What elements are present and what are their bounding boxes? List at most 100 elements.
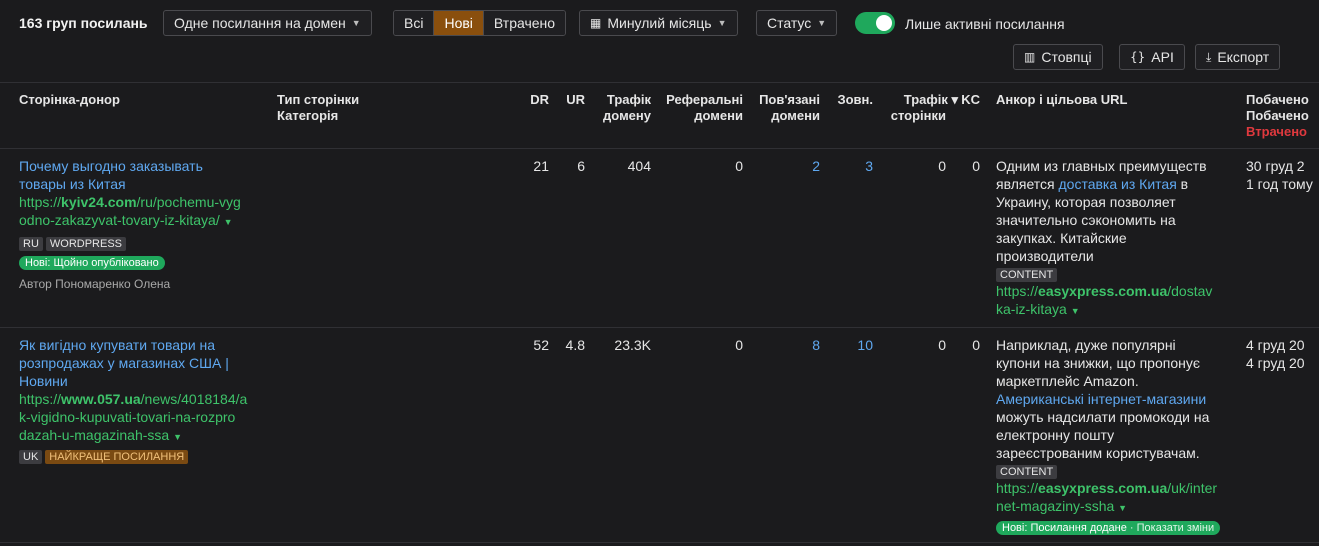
seen-cell: 30 груд 2 1 год тому — [1246, 157, 1319, 193]
url-prefix: https:// — [19, 391, 62, 407]
new-lost-segmented-control: Всі Нові Втрачено — [393, 10, 567, 36]
col-page-traffic[interactable]: Трафік ▾ сторінки — [882, 92, 958, 124]
donor-title-link[interactable]: Почему выгодно заказывать товары из Кита… — [19, 157, 269, 193]
anchor-text: можуть надсилати промокоди на — [996, 409, 1210, 425]
ur-value: 6 — [577, 158, 585, 174]
chevron-down-icon: ▼ — [817, 18, 827, 28]
dr-value: 21 — [533, 158, 549, 174]
linked-domains-link[interactable]: 2 — [752, 157, 820, 175]
anchor-text: Наприклад, дуже популярні — [996, 337, 1176, 353]
anchor-text: значительно сэкономить на — [996, 212, 1176, 228]
status-badge-text: Нові: Посилання додане — [1002, 522, 1127, 534]
external-links-link[interactable]: 3 — [828, 157, 873, 175]
columns-button[interactable]: ▥ Стовпці — [1013, 44, 1103, 70]
anchor-text: Украину, которая позволяет — [996, 194, 1176, 210]
col-dr[interactable]: DR — [520, 92, 549, 108]
status-dropdown[interactable]: Статус ▼ — [756, 10, 838, 36]
col-domain-traffic-l1: Трафік — [606, 92, 651, 107]
col-page-type[interactable]: Тип сторінки Категорія — [277, 92, 359, 124]
segment-lost[interactable]: Втрачено — [483, 11, 566, 35]
url-domain: easyxpress.com.ua — [1038, 283, 1168, 299]
caret-down-icon[interactable]: ▼ — [173, 432, 182, 442]
caret-down-icon[interactable]: ▼ — [1118, 503, 1127, 513]
anchor-link[interactable]: Американські інтернет-магазини — [996, 390, 1241, 408]
donor-cell: Як вигідно купувати товари на розпродажа… — [19, 336, 269, 464]
col-ref-domains-l2: домени — [694, 108, 743, 123]
url-path: /uk/inter — [1167, 480, 1218, 496]
col-donor-page[interactable]: Сторінка-донор — [19, 92, 120, 108]
status-label: Статус — [767, 15, 812, 31]
donor-title-line: Новини — [19, 373, 68, 389]
link-groups-count: 163 груп посилань — [19, 15, 148, 31]
url-path: net-magaziny-ssha — [996, 498, 1115, 514]
segment-new[interactable]: Нові — [434, 11, 484, 35]
chevron-down-icon: ▼ — [717, 18, 727, 28]
export-button[interactable]: ⤓ Експорт — [1195, 44, 1281, 70]
col-page-type-label: Тип сторінки — [277, 92, 360, 107]
col-category-label: Категорія — [277, 108, 339, 123]
donor-cell: Почему выгодно заказывать товары из Кита… — [19, 157, 269, 292]
toggle-knob — [876, 15, 892, 31]
last-seen-text: 1 год тому — [1246, 176, 1313, 192]
col-linked-domains-l2: домени — [771, 108, 820, 123]
domain-traffic-value: 23.3K — [614, 337, 651, 353]
last-seen-date: 4 груд 20 — [1246, 355, 1305, 371]
ref-domains-value: 0 — [735, 158, 743, 174]
domain-traffic-value: 404 — [627, 158, 651, 174]
anchor-link[interactable]: доставка из Китая — [1059, 176, 1177, 192]
col-lost-l3: Втрачено — [1246, 124, 1308, 139]
best-link-tag: НАЙКРАЩЕ ПОСИЛАННЯ — [45, 450, 189, 464]
col-kc[interactable]: KC — [956, 92, 980, 108]
dr-value: 52 — [533, 337, 549, 353]
link-mode-dropdown[interactable]: Одне посилання на домен ▼ — [163, 10, 372, 36]
linked-domains-link[interactable]: 8 — [752, 336, 820, 354]
show-changes-link[interactable]: · Показати зміни — [1127, 522, 1214, 534]
url-path: dazah-u-magazinah-ssa — [19, 427, 170, 443]
status-badge: Нові: Щойно опубліковано — [19, 256, 165, 270]
language-tag: UK — [19, 450, 43, 464]
api-button[interactable]: {} API — [1119, 44, 1185, 70]
content-tag: CONTENT — [996, 465, 1058, 479]
author-text: Автор Пономаренко Олена — [19, 277, 171, 291]
col-seen-lost[interactable]: Побачено Побачено Втрачено — [1246, 92, 1319, 140]
col-page-traffic-l2: сторінки — [890, 108, 946, 123]
period-dropdown[interactable]: ▦ Минулий місяць ▼ — [579, 10, 738, 36]
col-ref-domains[interactable]: Реферальні домени — [660, 92, 743, 124]
url-path: /dostav — [1167, 283, 1213, 299]
donor-url-link[interactable]: https://www.057.ua/news/4018184/a k-vigi… — [19, 390, 269, 446]
anchor-text: купони на знижки, що пропонує — [996, 355, 1200, 371]
donor-title-line: товары из Китая — [19, 176, 126, 192]
target-url-link[interactable]: https://easyxpress.com.ua/uk/inter net-m… — [996, 479, 1241, 517]
target-url-link[interactable]: https://easyxpress.com.ua/dostav ka-iz-k… — [996, 282, 1236, 320]
calendar-icon: ▦ — [590, 16, 602, 30]
col-seen-l2: Побачено — [1246, 108, 1309, 123]
anchor-text: Одним из главных преимуществ — [996, 158, 1207, 174]
url-domain: easyxpress.com.ua — [1038, 480, 1168, 496]
api-label: API — [1151, 49, 1174, 65]
col-external[interactable]: Зовн. — [828, 92, 873, 108]
active-only-toggle[interactable] — [855, 12, 895, 34]
col-linked-domains[interactable]: Пов'язані домени — [752, 92, 820, 124]
donor-title-link[interactable]: Як вигідно купувати товари на розпродажа… — [19, 336, 269, 390]
col-linked-domains-l1: Пов'язані — [759, 92, 820, 107]
caret-down-icon[interactable]: ▼ — [224, 217, 233, 227]
first-seen-date: 4 груд 20 — [1246, 337, 1305, 353]
link-mode-label: Одне посилання на домен — [174, 15, 346, 31]
chevron-down-icon: ▼ — [351, 18, 361, 28]
code-braces-icon: {} — [1130, 50, 1146, 64]
anchor-text: является — [996, 176, 1059, 192]
col-domain-traffic[interactable]: Трафік домену — [592, 92, 651, 124]
first-seen-date: 30 груд 2 — [1246, 158, 1305, 174]
col-ur[interactable]: UR — [557, 92, 585, 108]
page-traffic-value: 0 — [938, 158, 946, 174]
segment-all[interactable]: Всі — [394, 11, 435, 35]
caret-down-icon[interactable]: ▼ — [1071, 306, 1080, 316]
url-prefix: https:// — [996, 480, 1039, 496]
divider — [0, 542, 1319, 543]
col-page-traffic-l1: Трафік ▾ — [903, 92, 958, 107]
external-links-link[interactable]: 10 — [828, 336, 873, 354]
kc-value: 0 — [972, 158, 980, 174]
col-anchor-target[interactable]: Анкор і цільова URL — [996, 92, 1127, 108]
donor-url-link[interactable]: https://kyiv24.com/ru/pochemu-vyg odno-z… — [19, 193, 269, 231]
anchor-cell: Одним из главных преимуществ является до… — [996, 157, 1236, 320]
